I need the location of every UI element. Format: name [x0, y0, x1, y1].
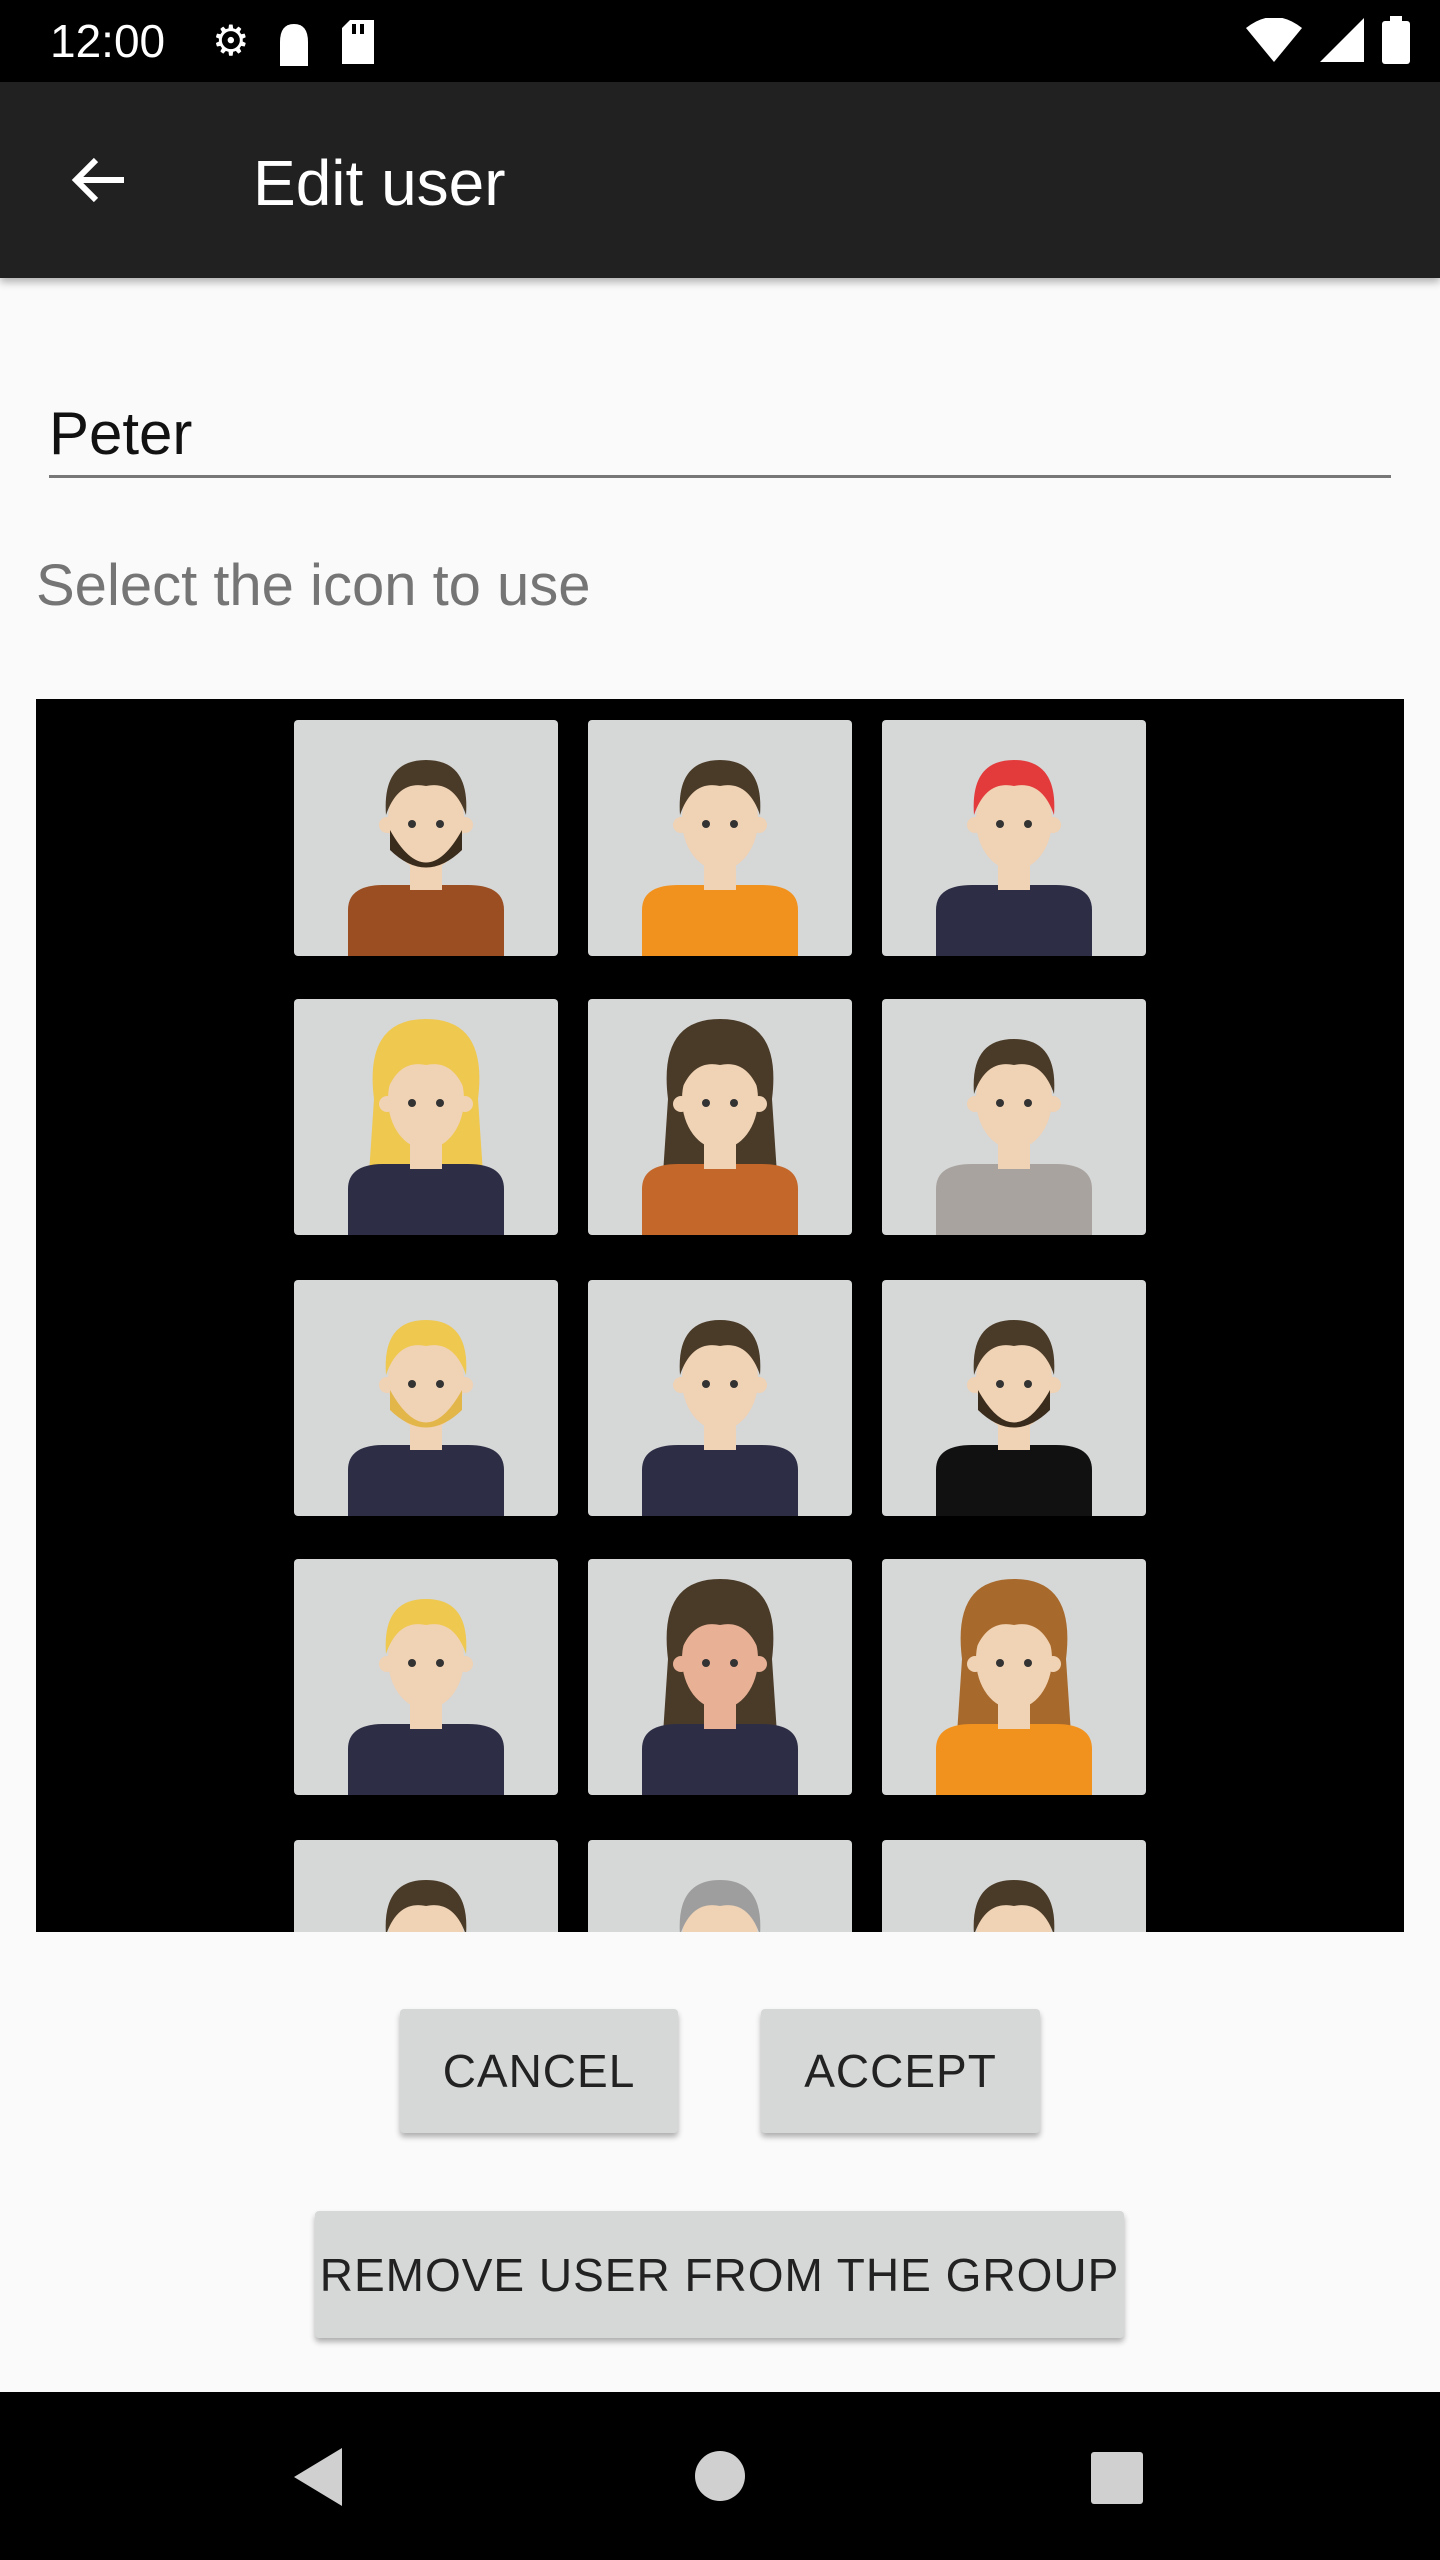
- avatar-icon: [936, 1039, 1092, 1235]
- avatar-option[interactable]: [882, 1840, 1146, 1932]
- battery-icon: [1382, 16, 1410, 64]
- avatar-option[interactable]: [588, 1280, 852, 1516]
- avatar-icon: [348, 1320, 504, 1516]
- avatar-icon: [936, 1320, 1092, 1516]
- avatar-option[interactable]: [294, 1559, 558, 1795]
- accept-button[interactable]: ACCEPT: [761, 2009, 1040, 2133]
- avatar-option[interactable]: [294, 1840, 558, 1932]
- avatar-option[interactable]: [588, 1559, 852, 1795]
- page-title: Edit user: [253, 147, 506, 219]
- avatar-icon: [385, 1880, 467, 1932]
- icon-select-label: Select the icon to use: [36, 553, 591, 618]
- avatar-option[interactable]: [882, 1280, 1146, 1516]
- avatar-option[interactable]: [882, 720, 1146, 956]
- avatar-icon: [642, 1019, 798, 1235]
- avatar-option[interactable]: [294, 720, 558, 956]
- name-input[interactable]: [49, 390, 1391, 478]
- wifi-icon: [1246, 18, 1302, 62]
- sd-card-icon: [341, 20, 374, 64]
- avatar-icon: [348, 760, 504, 956]
- avatar-icon: [348, 1019, 504, 1235]
- status-time: 12:00: [50, 15, 166, 67]
- avatar-icon: [973, 1880, 1055, 1932]
- avatar-option[interactable]: [882, 999, 1146, 1235]
- status-bar: 12:00 ⚙: [0, 0, 1440, 82]
- gear-icon: ⚙: [212, 17, 250, 64]
- recents-square-icon[interactable]: [1091, 2452, 1143, 2504]
- avatar-option[interactable]: [588, 999, 852, 1235]
- avatar-option[interactable]: [882, 1559, 1146, 1795]
- avatar-option[interactable]: [294, 999, 558, 1235]
- avatar-icon: [348, 1599, 504, 1795]
- avatar-icon: [936, 760, 1092, 956]
- notification-icon: [279, 24, 308, 66]
- avatar-icon: [642, 1579, 798, 1795]
- arrow-left-icon[interactable]: [60, 140, 140, 220]
- remove-user-button[interactable]: REMOVE USER FROM THE GROUP: [315, 2211, 1124, 2338]
- avatar-option[interactable]: [294, 1280, 558, 1516]
- avatar-grid[interactable]: [36, 699, 1404, 1932]
- avatar-option[interactable]: [588, 1840, 852, 1932]
- signal-icon: [1320, 18, 1364, 62]
- home-circle-icon[interactable]: [694, 2450, 746, 2502]
- navigation-bar: [0, 2392, 1440, 2560]
- avatar-icon: [642, 760, 798, 956]
- back-triangle-icon[interactable]: [290, 2446, 346, 2508]
- avatar-icon: [642, 1320, 798, 1516]
- avatar-option[interactable]: [588, 720, 852, 956]
- avatar-icon: [679, 1880, 761, 1932]
- app-bar: Edit user: [0, 82, 1440, 278]
- avatar-icon: [936, 1579, 1092, 1795]
- cancel-button[interactable]: CANCEL: [400, 2009, 678, 2133]
